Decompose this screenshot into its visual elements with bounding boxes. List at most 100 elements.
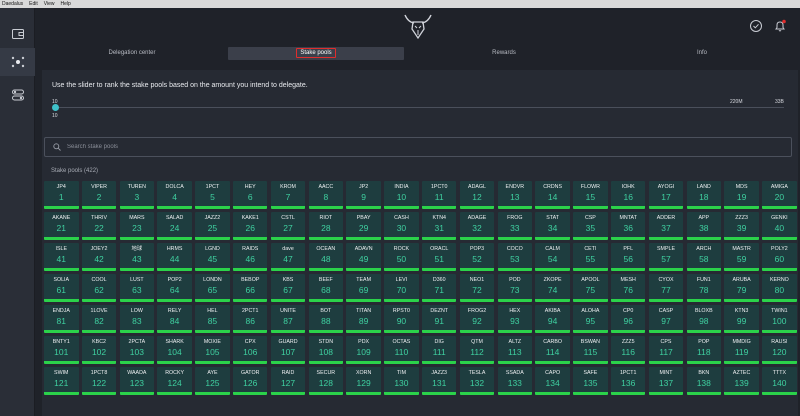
pool-tile[interactable]: HRMS 44 bbox=[157, 243, 192, 271]
pool-tile[interactable]: ORACL 51 bbox=[421, 243, 457, 271]
pool-tile[interactable]: ENDVR 13 bbox=[497, 181, 533, 209]
pool-tile[interactable]: FUN1 78 bbox=[686, 274, 722, 302]
pool-tile[interactable]: RAIDS 46 bbox=[232, 243, 268, 271]
pool-tile[interactable]: HEL 85 bbox=[195, 305, 230, 333]
pool-tile[interactable]: GUARD 107 bbox=[270, 336, 306, 364]
pool-tile[interactable]: LAND 18 bbox=[686, 181, 722, 209]
pool-tile[interactable]: TUREN 3 bbox=[119, 181, 155, 209]
pool-tile[interactable]: RAID 127 bbox=[270, 367, 306, 395]
sidebar-item-stake-pools[interactable] bbox=[0, 48, 35, 76]
pool-tile[interactable]: LOW 83 bbox=[119, 305, 155, 333]
pool-tile[interactable]: BKN 138 bbox=[686, 367, 722, 395]
pool-tile[interactable]: ADAGL 12 bbox=[459, 181, 495, 209]
pool-tile[interactable]: 2PCT1 86 bbox=[232, 305, 268, 333]
pool-tile[interactable]: CSTL 27 bbox=[270, 212, 306, 240]
pool-tile[interactable]: RAUSI 120 bbox=[762, 336, 797, 364]
pool-tile[interactable]: MMDIG 119 bbox=[724, 336, 759, 364]
pool-tile[interactable]: COCO 53 bbox=[497, 243, 533, 271]
pool-tile[interactable]: ARCH 58 bbox=[686, 243, 722, 271]
pool-tile[interactable]: AMIGA 20 bbox=[762, 181, 797, 209]
pool-tile[interactable]: NEO1 72 bbox=[459, 274, 495, 302]
pool-tile[interactable]: STAT 34 bbox=[535, 212, 570, 240]
pool-tile[interactable]: JOEY2 42 bbox=[81, 243, 117, 271]
pool-tile[interactable]: ROCK 50 bbox=[384, 243, 419, 271]
pool-tile[interactable]: CASH 30 bbox=[384, 212, 419, 240]
pool-tile[interactable]: CPX 106 bbox=[232, 336, 268, 364]
pool-tile[interactable]: PFL 56 bbox=[610, 243, 646, 271]
pool-tile[interactable]: 1LOVE 82 bbox=[81, 305, 117, 333]
pool-tile[interactable]: POP 118 bbox=[686, 336, 722, 364]
pool-tile[interactable]: AYE 125 bbox=[195, 367, 230, 395]
pool-tile[interactable]: 1PCT1 136 bbox=[610, 367, 646, 395]
pool-tile[interactable]: CARBO 114 bbox=[535, 336, 570, 364]
pool-tile[interactable]: PBAY 29 bbox=[346, 212, 381, 240]
pool-tile[interactable]: ADDER 37 bbox=[648, 212, 684, 240]
pool-tile[interactable]: XORN 129 bbox=[346, 367, 381, 395]
pool-tile[interactable]: MDS 19 bbox=[724, 181, 759, 209]
pool-tile[interactable]: ROCKY 124 bbox=[157, 367, 192, 395]
pool-tile[interactable]: BEEF 68 bbox=[308, 274, 344, 302]
notification-bell-icon[interactable] bbox=[772, 18, 788, 34]
pool-tile[interactable]: SOLIA 61 bbox=[44, 274, 79, 302]
pool-tile[interactable]: LGND 45 bbox=[195, 243, 230, 271]
pool-tile[interactable]: SSADA 133 bbox=[497, 367, 533, 395]
pool-tile[interactable]: TEAM 69 bbox=[346, 274, 381, 302]
pool-tile[interactable]: CSP 35 bbox=[573, 212, 608, 240]
pool-tile[interactable]: POP2 64 bbox=[157, 274, 192, 302]
pool-tile[interactable]: SMPLE 57 bbox=[648, 243, 684, 271]
pool-tile[interactable]: INDIA 10 bbox=[384, 181, 419, 209]
pool-tile[interactable]: BEBOP 66 bbox=[232, 274, 268, 302]
menu-edit[interactable]: Edit bbox=[29, 0, 38, 8]
pool-tile[interactable]: MNTAT 36 bbox=[610, 212, 646, 240]
pool-tile[interactable]: KROM 7 bbox=[270, 181, 306, 209]
pool-tile[interactable]: 地球 43 bbox=[119, 243, 155, 271]
pool-tile[interactable]: SHARK 104 bbox=[157, 336, 192, 364]
pool-tile[interactable]: STDN 108 bbox=[308, 336, 344, 364]
pool-tile[interactable]: WAADA 123 bbox=[119, 367, 155, 395]
pool-tile[interactable]: HEY 6 bbox=[232, 181, 268, 209]
pool-tile[interactable]: ENDJA 81 bbox=[44, 305, 79, 333]
pool-tile[interactable]: CASP 97 bbox=[648, 305, 684, 333]
pool-tile[interactable]: AYOGI 17 bbox=[648, 181, 684, 209]
search-input[interactable] bbox=[67, 144, 667, 150]
pool-tile[interactable]: ISLE 41 bbox=[44, 243, 79, 271]
slider-handle[interactable] bbox=[52, 104, 59, 111]
pool-tile[interactable]: AKANE 21 bbox=[44, 212, 79, 240]
pool-tile[interactable]: AZTEC 139 bbox=[724, 367, 759, 395]
pool-tile[interactable]: LONDN 65 bbox=[195, 274, 230, 302]
pool-tile[interactable]: TTTX 140 bbox=[762, 367, 797, 395]
pool-tile[interactable]: KTN4 31 bbox=[421, 212, 457, 240]
pool-tile[interactable]: OCTAS 110 bbox=[384, 336, 419, 364]
pool-tile[interactable]: KERNO 80 bbox=[762, 274, 797, 302]
pool-tile[interactable]: JAZZ2 25 bbox=[195, 212, 230, 240]
pool-tile[interactable]: BOT 88 bbox=[308, 305, 344, 333]
pool-tile[interactable]: 1PCT8 122 bbox=[81, 367, 117, 395]
menu-help[interactable]: Help bbox=[61, 0, 71, 8]
pool-tile[interactable]: ADAVN 49 bbox=[346, 243, 381, 271]
pool-tile[interactable]: APP 38 bbox=[686, 212, 722, 240]
pool-tile[interactable]: GENKI 40 bbox=[762, 212, 797, 240]
pool-tile[interactable]: FROG2 92 bbox=[459, 305, 495, 333]
pool-tile[interactable]: LEVI 70 bbox=[384, 274, 419, 302]
pool-tile[interactable]: AKIBA 94 bbox=[535, 305, 570, 333]
pool-tile[interactable]: BLOXB 98 bbox=[686, 305, 722, 333]
pool-tile[interactable]: DOLCA 4 bbox=[157, 181, 192, 209]
pool-tile[interactable]: RELY 84 bbox=[157, 305, 192, 333]
menu-view[interactable]: View bbox=[44, 0, 55, 8]
pool-tile[interactable]: APOOL 75 bbox=[573, 274, 608, 302]
pool-tile[interactable]: ARUBA 79 bbox=[724, 274, 759, 302]
tab-stake-pools[interactable]: Stake pools bbox=[228, 46, 404, 60]
pool-tile[interactable]: CAPO 134 bbox=[535, 367, 570, 395]
pool-tile[interactable]: HEX 93 bbox=[497, 305, 533, 333]
pool-tile[interactable]: D360 71 bbox=[421, 274, 457, 302]
pool-tile[interactable]: KAKE1 26 bbox=[232, 212, 268, 240]
pool-tile[interactable]: ZKOPE 74 bbox=[535, 274, 570, 302]
pool-tile[interactable]: JP2 9 bbox=[346, 181, 381, 209]
pool-tile[interactable]: PDX 109 bbox=[346, 336, 381, 364]
sidebar-item-wallet[interactable] bbox=[0, 20, 35, 48]
pool-tile[interactable]: JP4 1 bbox=[44, 181, 79, 209]
pool-tile[interactable]: MOXIE 105 bbox=[195, 336, 230, 364]
pool-tile[interactable]: THRIV 22 bbox=[81, 212, 117, 240]
pool-tile[interactable]: CPS 117 bbox=[648, 336, 684, 364]
pool-tile[interactable]: DEZNT 91 bbox=[421, 305, 457, 333]
